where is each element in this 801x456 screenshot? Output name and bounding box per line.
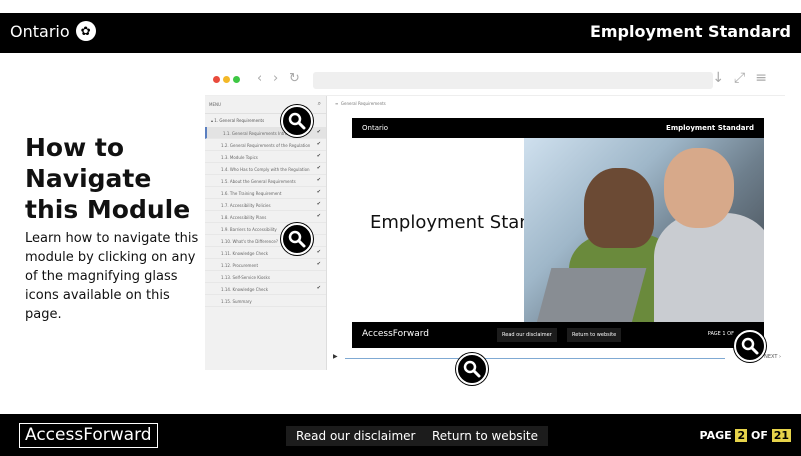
menu-item-label: 1.7. Accessibility Policies: [221, 203, 271, 208]
menu-item-label: 1.14. Knowledge Check: [221, 287, 269, 292]
menu-item-label: 1.3. Module Topics: [221, 155, 258, 160]
address-bar: [313, 72, 713, 89]
top-bar: Ontario ✿ Employment Standard: [0, 13, 801, 53]
footer-bar: AccessForward Read our disclaimer Return…: [0, 414, 801, 456]
magnifier-icon: [288, 230, 306, 248]
menu-item-label: 1.4. Who Has to Comply with the Regulati…: [221, 167, 310, 172]
menu-item-label: 1.6. The Training Requirement: [221, 191, 282, 196]
ontario-logo: Ontario ✿: [10, 21, 96, 41]
menu-label: MENU: [209, 102, 221, 107]
page-of: OF: [750, 429, 768, 442]
hero-photo: [524, 138, 764, 322]
trillium-icon: ✿: [75, 21, 96, 41]
menu-item-label: 1.15. Summary: [221, 299, 252, 304]
slide-frame: Ontario Employment Standard Employment S…: [352, 118, 764, 348]
slide-footer: AccessForward Read our disclaimer Return…: [352, 322, 764, 348]
menu-item-label: 1.8. Accessibility Plans: [221, 215, 267, 220]
menu-item-label: 1.12. Procurement: [221, 263, 259, 268]
menu-section-label: 1. General Requirements: [214, 118, 265, 123]
checkmark-icon: ✔: [316, 261, 321, 267]
intro-panel: How to Navigate this Module Learn how to…: [25, 132, 200, 324]
checkmark-icon: ✔: [316, 165, 321, 171]
back-icon: ‹: [257, 71, 263, 86]
menu-item: 1.4. Who Has to Comply with the Regulati…: [205, 163, 326, 175]
content-area: ≡ General Requirements Ontario Employmen…: [327, 96, 785, 370]
menu-item: 1.6. The Training Requirement ✔: [205, 187, 326, 199]
module-title: Employment Standard: [589, 22, 791, 41]
browser-chrome: ‹ › ↻ ↓⤢≡: [205, 62, 785, 96]
page-prefix: PAGE: [699, 429, 732, 442]
reload-icon: ↻: [289, 71, 300, 86]
checkmark-icon: ✔: [316, 153, 321, 159]
player-bar: ▶ ↻ ◀) NEXT ›: [327, 347, 785, 370]
menu-search-icon: ⌕: [317, 100, 321, 107]
magnifier-controls-button[interactable]: [734, 330, 766, 362]
menu-item-label: 1.2. General Requirements of the Regulat…: [221, 143, 311, 148]
slide-header: Ontario Employment Standard: [352, 118, 764, 138]
slide-module-title: Employment Standard: [666, 124, 754, 132]
magnifier-icon: [741, 337, 759, 355]
play-icon: ▶: [333, 353, 338, 360]
menu-item: 1.14. Knowledge Check ✔: [205, 283, 326, 295]
menu-item: 1.15. Summary: [205, 295, 326, 307]
menu-item-label: 1.1. General Requirements Intro: [223, 131, 288, 136]
checkmark-icon: ✔: [316, 213, 321, 219]
next-label: NEXT ›: [764, 354, 781, 360]
breadcrumb: ≡ General Requirements: [335, 101, 386, 106]
accessforward-logo: AccessForward: [19, 423, 158, 448]
close-dot-icon: [213, 76, 220, 83]
menu-item-label: 1.10. What's the Difference?: [221, 239, 278, 244]
menu-item: 1.12. Procurement ✔: [205, 259, 326, 271]
menu-item: 1.5. About the General Requirements ✔: [205, 175, 326, 187]
forward-icon: ›: [273, 71, 279, 86]
menu-item: 1.3. Module Topics ✔: [205, 151, 326, 163]
disclaimer-button[interactable]: Read our disclaimer: [286, 426, 426, 446]
checkmark-icon: ✔: [316, 129, 321, 135]
magnifier-menu-button[interactable]: [281, 105, 313, 137]
magnifier-topics-button[interactable]: [281, 223, 313, 255]
page-total: 21: [771, 429, 791, 442]
checkmark-icon: ✔: [316, 141, 321, 147]
breadcrumb-label: General Requirements: [340, 101, 386, 106]
menu-item: 1.2. General Requirements of the Regulat…: [205, 139, 326, 151]
slide-footer-brand: AccessForward: [362, 329, 430, 339]
checkmark-icon: ✔: [316, 285, 321, 291]
checkmark-icon: ✔: [316, 249, 321, 255]
menu-list: 1.1. General Requirements Intro ✔ 1.2. Gen…: [205, 127, 326, 307]
menu-item: 1.7. Accessibility Policies ✔: [205, 199, 326, 211]
menu-item-label: 1.9. Barriers to Accessibility: [221, 227, 277, 232]
page-current: 2: [735, 429, 748, 442]
menu-item: 1.13. Self-Service Kiosks: [205, 271, 326, 283]
page-counter: PAGE 2 OF 21: [700, 429, 791, 442]
magnifier-progress-button[interactable]: [456, 353, 488, 385]
return-website-button[interactable]: Return to website: [422, 426, 548, 446]
intro-text: Learn how to navigate this module by cli…: [25, 231, 199, 322]
checkmark-icon: ✔: [316, 177, 321, 183]
ontario-label: Ontario: [10, 21, 70, 41]
menu-item-label: 1.13. Self-Service Kiosks: [221, 275, 270, 280]
menu-item-label: 1.11. Knowledge Check: [221, 251, 269, 256]
maximize-dot-icon: [233, 76, 240, 83]
slide-brand: Ontario: [362, 124, 389, 132]
slide: Employment Standard: [352, 138, 764, 322]
progress-track: [345, 358, 725, 359]
minimize-dot-icon: [223, 76, 230, 83]
slide-page-counter: PAGE 1 OF: [707, 331, 734, 337]
magnifier-icon: [288, 112, 306, 130]
slide-website-button: Return to website: [567, 328, 622, 342]
checkmark-icon: ✔: [316, 189, 321, 195]
menu-item-label: 1.5. About the General Requirements: [221, 179, 296, 184]
slide-disclaimer-button: Read our disclaimer: [497, 328, 557, 342]
menu-item: 1.8. Accessibility Plans ✔: [205, 211, 326, 223]
page-heading: How to Navigate this Module: [25, 133, 191, 224]
browser-tools-icon: ↓⤢≡: [712, 70, 777, 86]
checkmark-icon: ✔: [316, 201, 321, 207]
magnifier-icon: [463, 360, 481, 378]
